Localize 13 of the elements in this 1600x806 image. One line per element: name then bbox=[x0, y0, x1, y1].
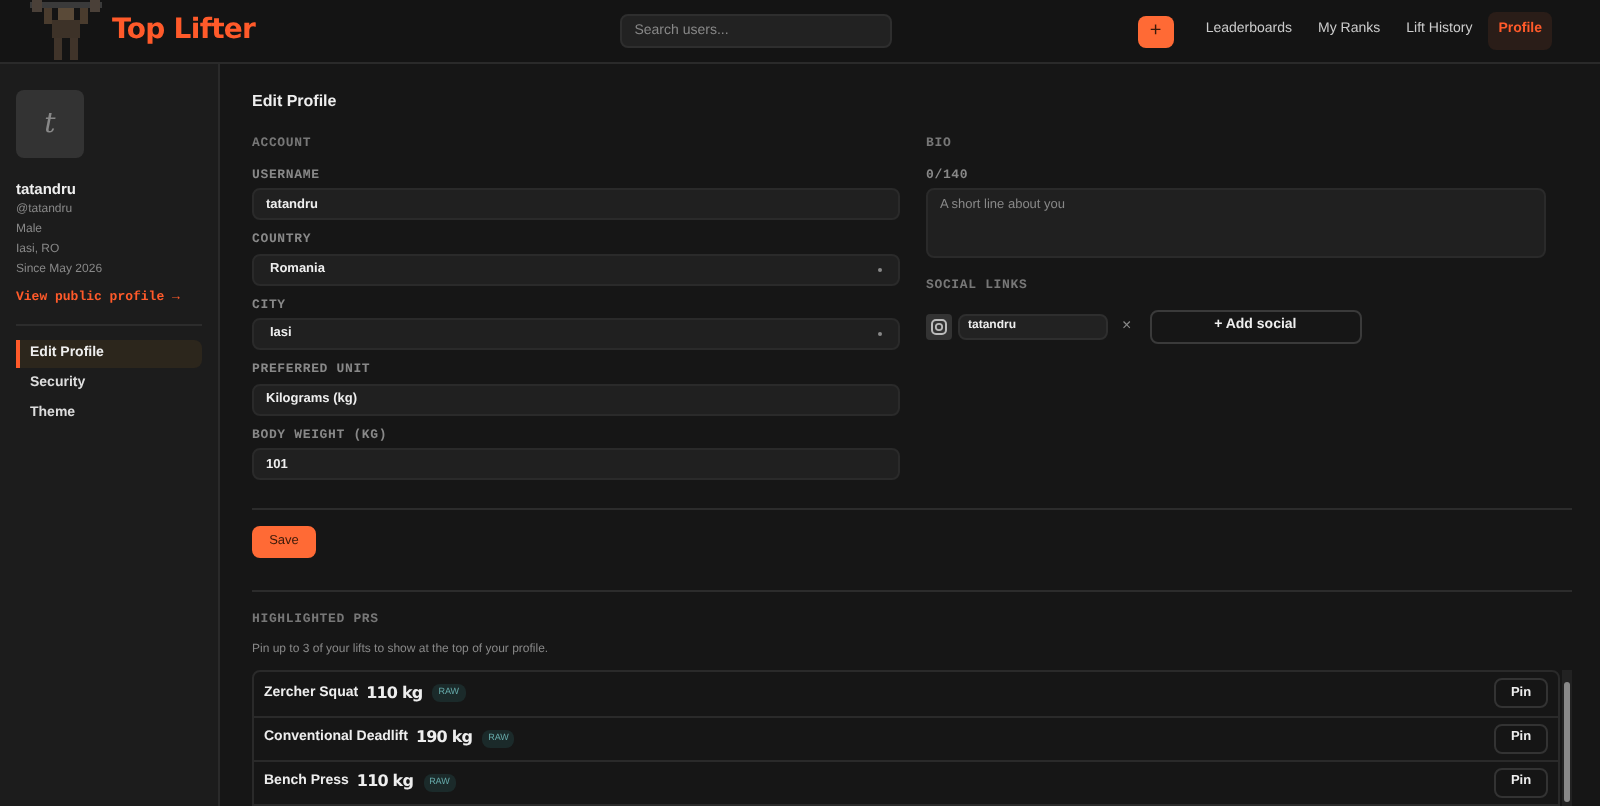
weightlifter-drawing bbox=[30, 0, 102, 62]
lift-weight: 110 kg bbox=[356, 770, 414, 795]
brand-name: Top Lifter bbox=[112, 12, 256, 50]
dropdown-indicator-icon bbox=[878, 332, 882, 336]
page-title: Edit Profile bbox=[252, 90, 339, 114]
lift-weight: 110 kg bbox=[366, 681, 423, 706]
dropdown-indicator-icon bbox=[878, 267, 882, 271]
scrollbar-thumb[interactable] bbox=[1564, 681, 1570, 802]
lift-weight: 190 kg bbox=[415, 726, 473, 751]
add-button[interactable]: + bbox=[1137, 15, 1174, 47]
avatar-letter: t bbox=[44, 105, 56, 143]
camera-icon[interactable] bbox=[926, 313, 952, 340]
remove-button[interactable]: × bbox=[1122, 314, 1132, 339]
